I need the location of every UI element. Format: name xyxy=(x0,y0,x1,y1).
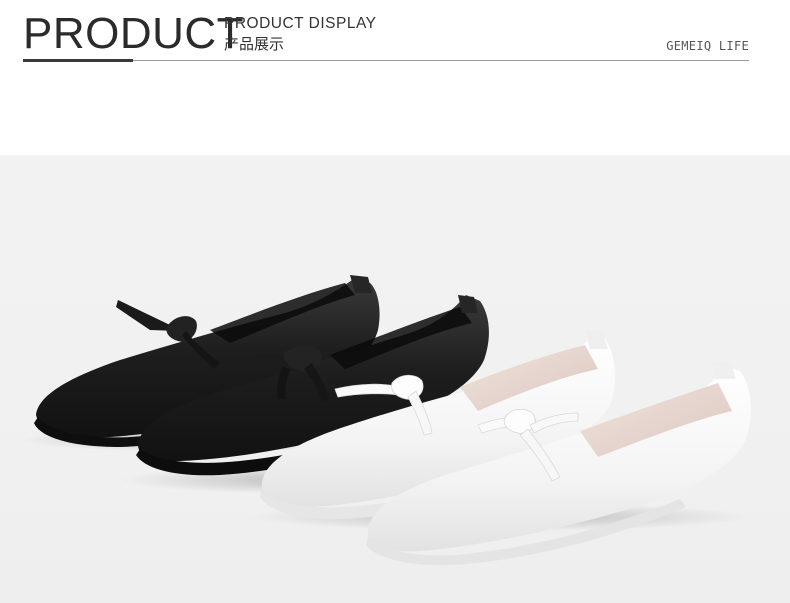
shoes-illustration xyxy=(20,275,751,566)
product-display-page: PRODUCT PRODUCT DISPLAY 产品展示 GEMEIQ LIFE xyxy=(0,0,790,603)
section-header: PRODUCT PRODUCT DISPLAY 产品展示 GEMEIQ LIFE xyxy=(0,0,790,75)
section-title: PRODUCT xyxy=(23,9,245,58)
product-photo xyxy=(0,155,790,603)
brand-label: GEMEIQ LIFE xyxy=(666,39,749,53)
section-subtitle-chinese: 产品展示 xyxy=(224,35,285,53)
section-subtitle-english: PRODUCT DISPLAY xyxy=(224,15,377,32)
header-divider-accent xyxy=(23,59,133,62)
